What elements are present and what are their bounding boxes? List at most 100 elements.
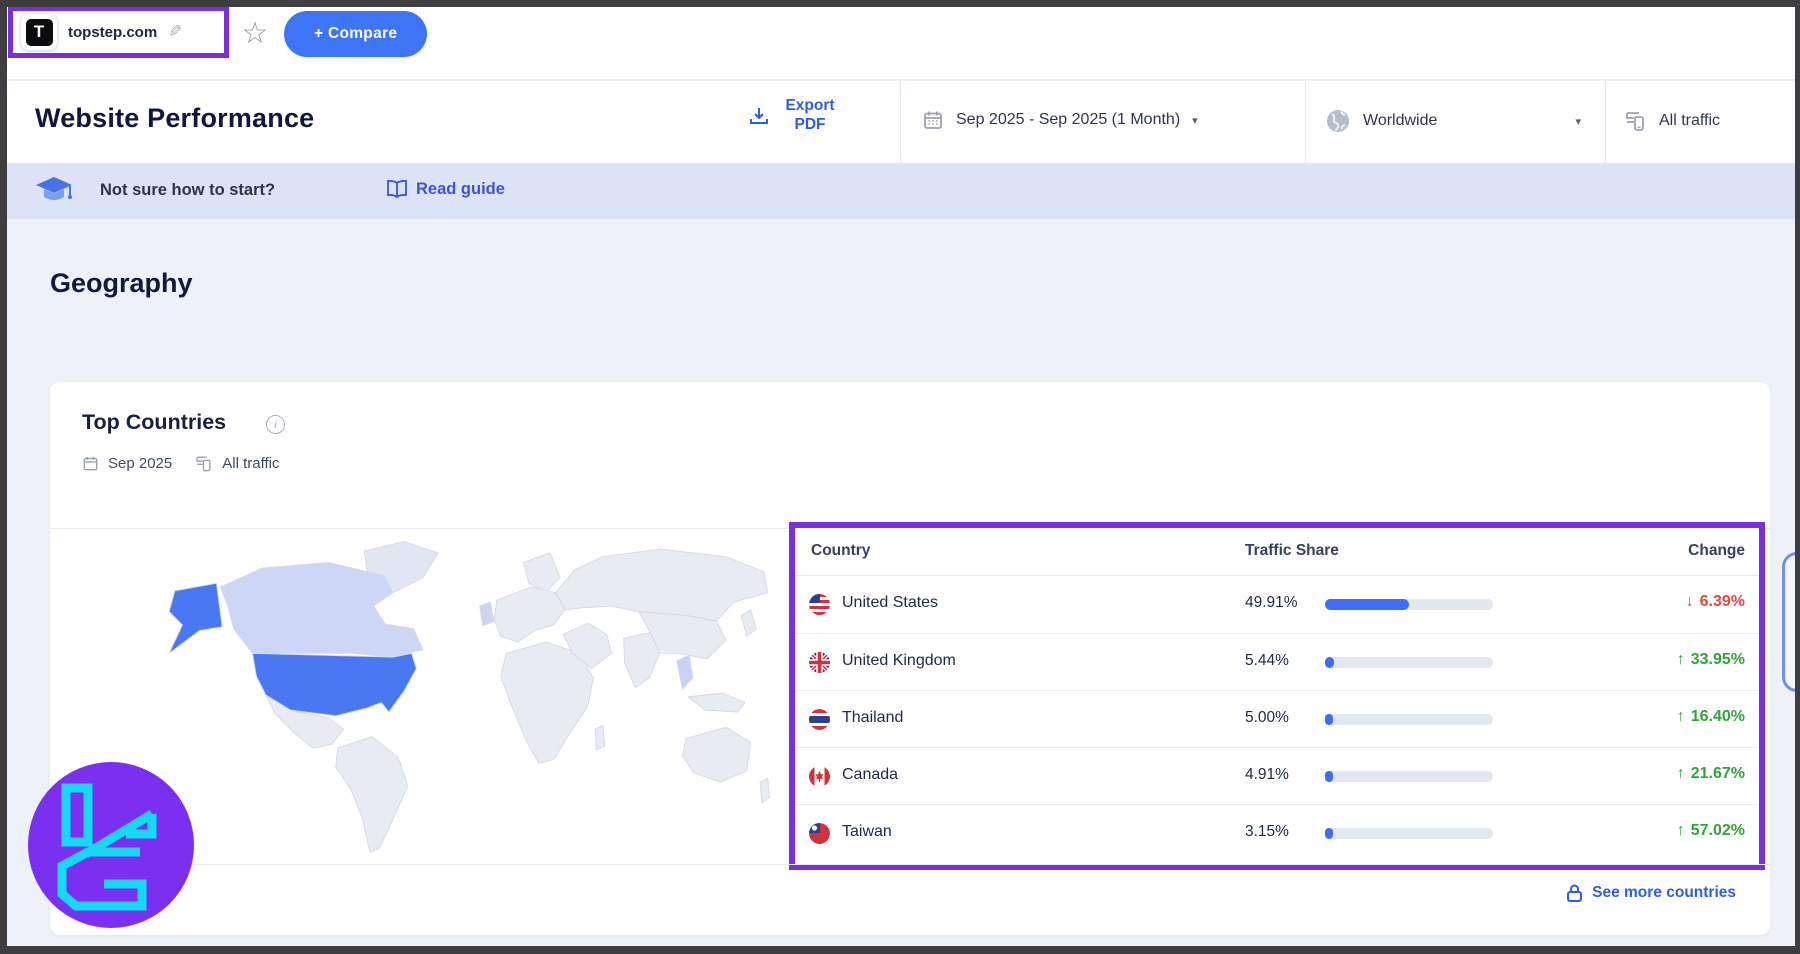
table-row: United States 49.91% ↓ 6.39% [795,576,1759,633]
map-uk [479,601,495,627]
map-africa [500,641,594,764]
top-countries-table: Country Traffic Share Change United Stat… [789,522,1765,870]
country-name: Taiwan [842,823,892,840]
top-bar: T topstep.com ✎ ☆ + Compare [0,0,1800,80]
map-thailand [676,654,694,690]
change-value: ↑ 33.95% [1676,651,1745,668]
change-value: ↑ 21.67% [1676,765,1745,782]
divider [1305,81,1306,163]
info-icon[interactable]: i [266,415,285,434]
traffic-share-value: 49.91% [1245,594,1298,611]
traffic-share-bar [1325,657,1493,668]
map-south-america [335,736,409,853]
flag-canada-icon [809,766,830,787]
trend-arrow-icon: ↑ [1676,765,1685,782]
devices-icon [1626,112,1644,131]
flag-taiwan-icon [809,823,830,844]
site-favicon: T [21,14,57,50]
map-japan [740,609,757,637]
help-banner: Not sure how to start? Read guide [0,163,1800,219]
traffic-share-value: 5.00% [1245,709,1289,726]
date-range-selector[interactable]: Sep 2025 - Sep 2025 (1 Month) ▾ [922,109,1198,131]
edit-pencil-icon[interactable]: ✎ [168,22,182,42]
divider [50,864,1770,865]
region-selector[interactable]: Worldwide ▾ [1325,108,1581,134]
compare-button[interactable]: + Compare [284,11,428,57]
traffic-type-selector[interactable]: All traffic [1623,109,1720,133]
table-row: Canada 4.91% ↑ 21.67% [795,747,1759,804]
page-title: Website Performance [35,103,315,133]
page-body: Geography Top Countries i Sep 2025 All t… [0,219,1800,946]
meta-date: Sep 2025 [108,455,173,472]
domain-selector[interactable]: T topstep.com ✎ [8,6,229,58]
domain-name: topstep.com [68,23,158,41]
caret-down-icon: ▾ [1575,115,1581,128]
trend-arrow-icon: ↑ [1676,822,1685,839]
region-label: Worldwide [1363,112,1438,129]
graduation-cap-icon [36,177,72,200]
flag-thailand-icon [809,709,830,730]
map-scandinavia [522,552,561,594]
download-icon [750,107,768,124]
book-icon [387,180,407,199]
col-change: Change [1688,542,1745,559]
country-name: Canada [842,766,899,783]
watermark-logo [28,762,194,928]
trend-arrow-icon: ↑ [1676,651,1685,668]
flag-united-states-icon [809,594,830,615]
country-name: United Kingdom [842,652,956,669]
change-value: ↓ 6.39% [1685,593,1745,610]
site-logo-letter: T [25,18,53,46]
favorite-star-icon[interactable]: ☆ [237,12,273,54]
globe-icon [1327,110,1349,132]
traffic-share-bar [1325,714,1493,725]
map-indonesia [687,692,746,713]
map-alaska [168,582,223,654]
card-title: Top Countries [82,410,227,434]
screenshot-frame [0,946,1800,954]
table-row: United Kingdom 5.44% ↑ 33.95% [795,633,1759,690]
calendar-icon [924,111,942,129]
geography-section-title: Geography [50,268,193,298]
table-row: Taiwan 3.15% ↑ 57.02% [795,804,1759,861]
col-traffic-share: Traffic Share [1245,542,1339,559]
trend-arrow-icon: ↓ [1685,593,1694,610]
export-pdf-button[interactable]: Export PDF [748,97,841,134]
divider [900,81,901,163]
read-guide-link[interactable]: Read guide [386,179,505,199]
map-new-zealand [759,777,771,804]
map-europe [493,586,566,643]
col-country: Country [811,542,871,559]
screenshot-frame [1795,0,1800,954]
traffic-share-bar [1325,771,1493,782]
traffic-share-bar [1325,828,1493,839]
card-meta: Sep 2025 All traffic [82,454,279,473]
export-pdf-label: Export PDF [785,97,835,133]
see-more-countries-link[interactable]: See more countries [1566,883,1736,903]
meta-traffic: All traffic [222,455,280,472]
traffic-share-value: 5.44% [1245,652,1289,669]
map-madagascar [594,724,606,751]
see-more-label: See more countries [1592,884,1736,901]
country-name: United States [842,594,939,611]
trend-arrow-icon: ↑ [1676,708,1685,725]
calendar-icon [83,456,98,471]
change-value: ↑ 57.02% [1676,822,1745,839]
world-map [168,541,771,853]
top-countries-card: Top Countries i Sep 2025 All traffic Cou… [50,382,1770,935]
change-value: ↑ 16.40% [1676,708,1745,725]
lock-icon [1567,884,1583,902]
divider [1605,81,1606,163]
map-australia [681,726,752,783]
flag-united-kingdom-icon [809,652,830,673]
screenshot-viewport: T topstep.com ✎ ☆ + Compare Website Perf… [0,0,1800,954]
header-bar: Website Performance Export PDF Sep 2025 … [0,81,1800,163]
table-header: Country Traffic Share Change [795,528,1759,576]
date-range-label: Sep 2025 - Sep 2025 (1 Month) [956,111,1181,128]
banner-text: Not sure how to start? [100,181,276,199]
traffic-share-value: 3.15% [1245,823,1289,840]
devices-icon [196,456,211,472]
caret-down-icon: ▾ [1192,114,1198,127]
screenshot-frame [0,0,7,954]
screenshot-frame [0,0,1800,7]
